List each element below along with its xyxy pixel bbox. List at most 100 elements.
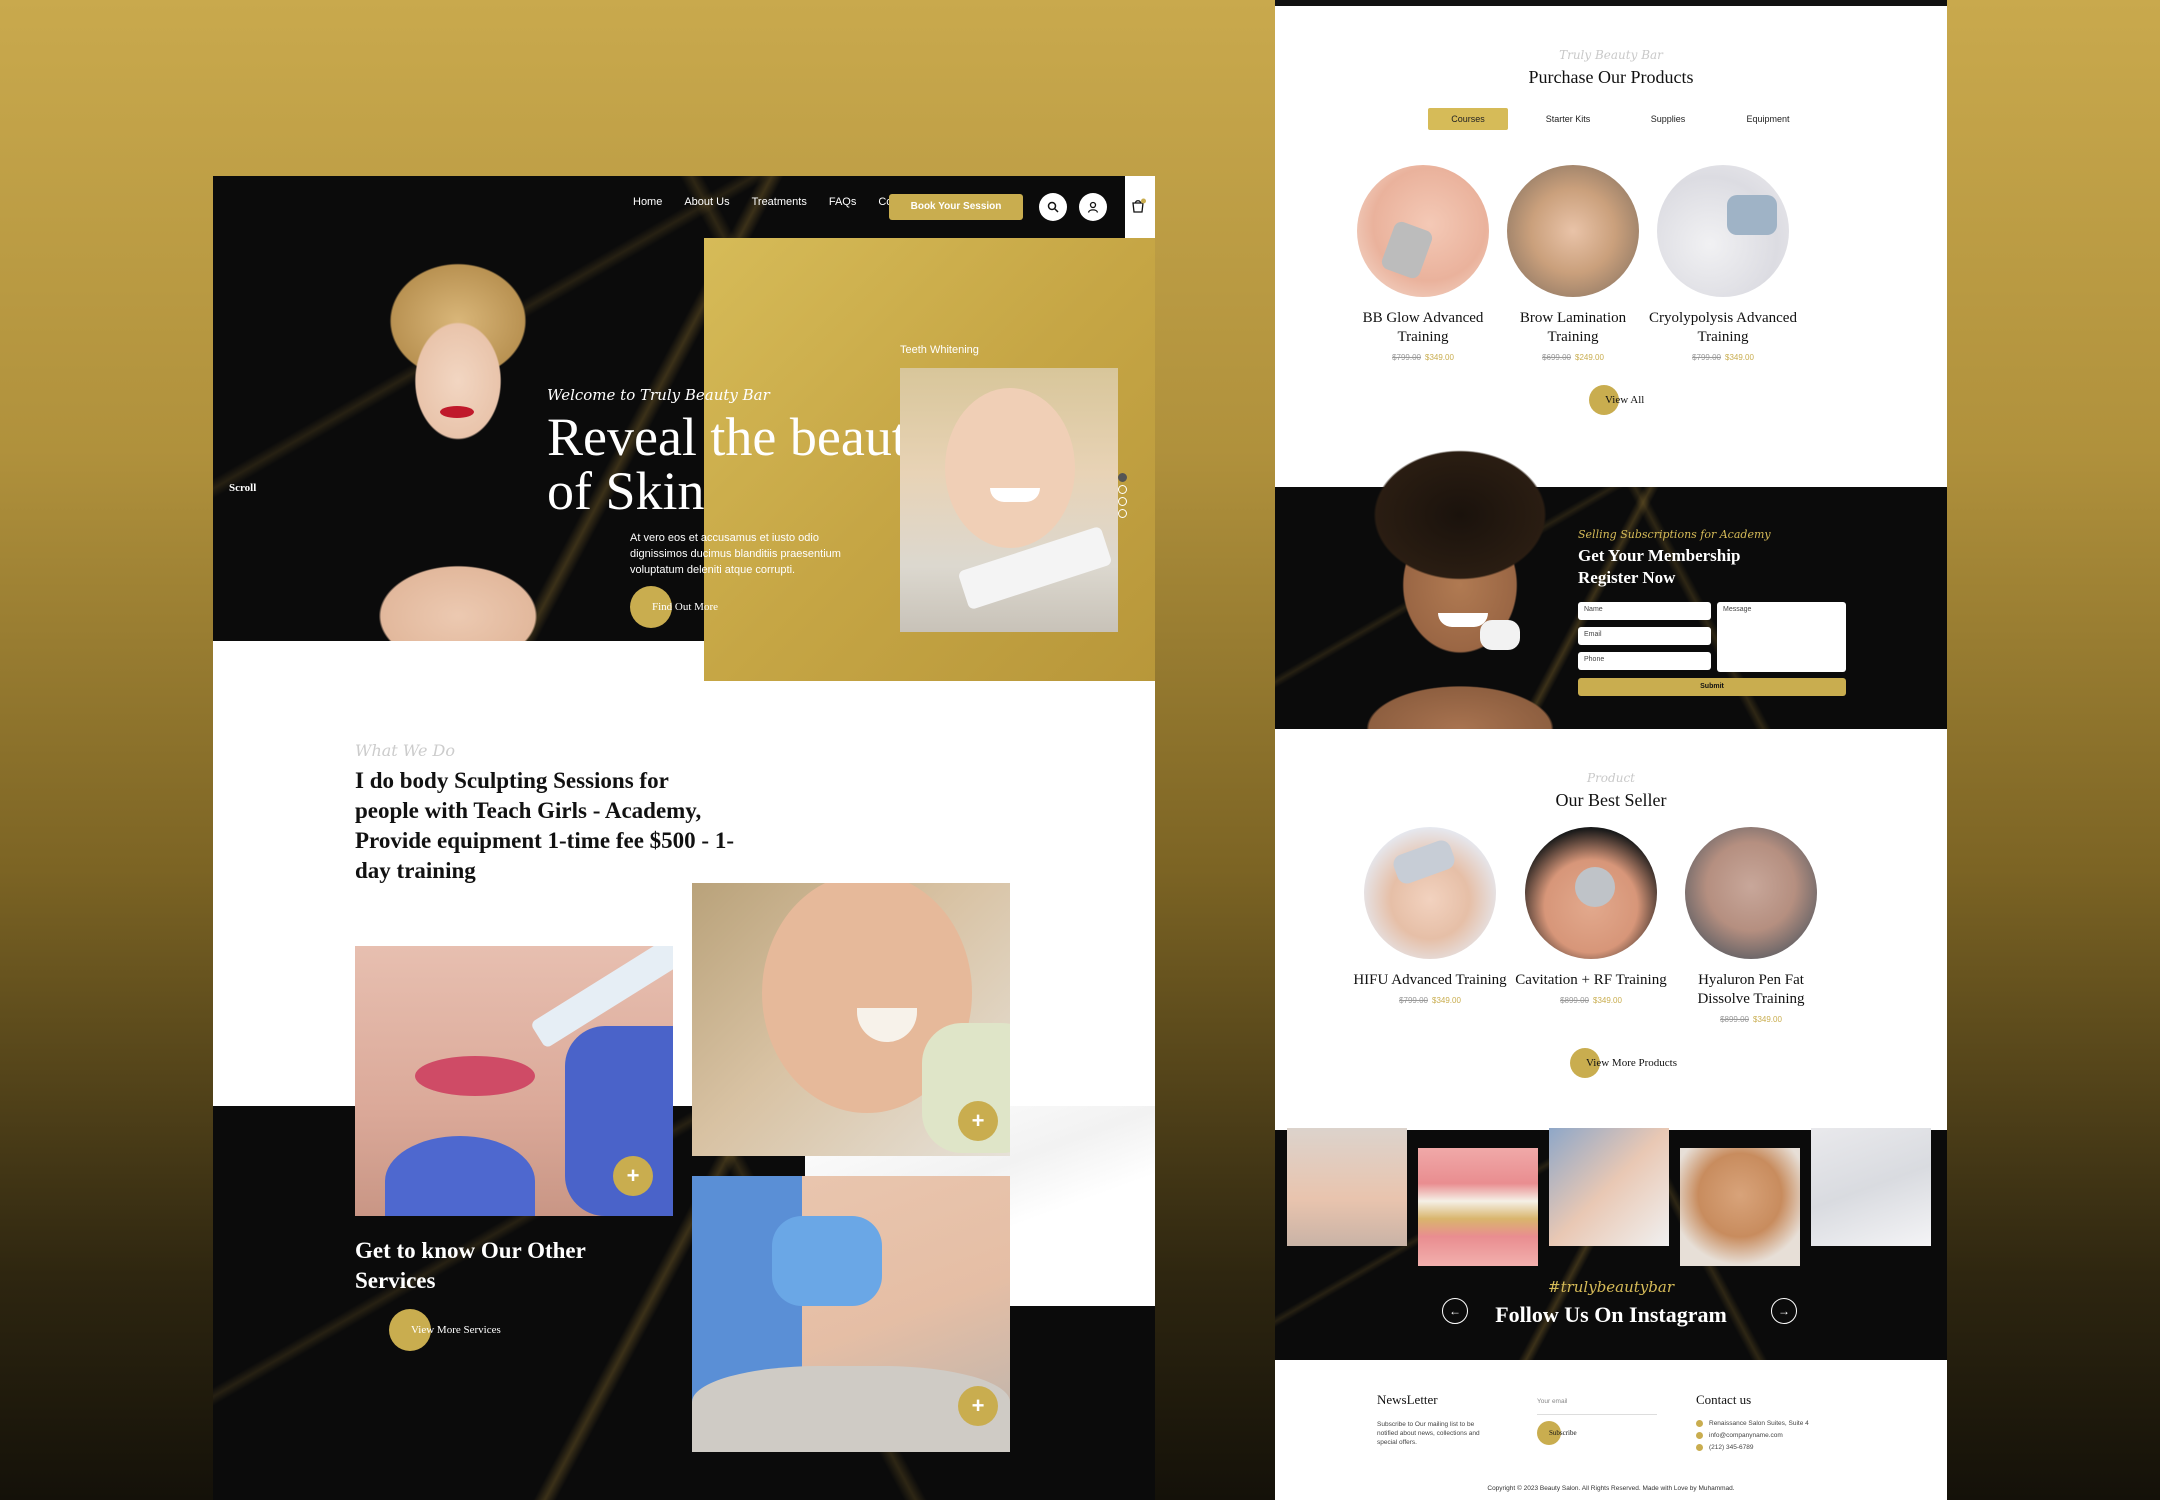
product-card[interactable]: Cryolypolysis Advanced Training $799.00 $… [1643, 165, 1803, 362]
service-plus-button[interactable]: + [613, 1156, 653, 1196]
product-price: $799.00 $349.00 [1343, 353, 1503, 362]
old-price: $799.00 [1399, 996, 1428, 1005]
mail-icon [1696, 1432, 1703, 1439]
product-image-hyaluron-pen [1685, 827, 1817, 959]
instagram-hashtag: #trulybeautybar [1548, 1278, 1674, 1296]
old-price: $899.00 [1720, 1015, 1749, 1024]
address-text: Renaissance Salon Suites, Suite 4 [1709, 1420, 1809, 1427]
instagram-photo[interactable] [1287, 1128, 1407, 1246]
contact-phone[interactable]: (212) 345-6789 [1696, 1444, 1753, 1451]
product-price: $899.00 $349.00 [1671, 1015, 1831, 1024]
new-price: $349.00 [1593, 996, 1622, 1005]
copyright-text: Copyright © 2023 Beauty Salon. All Right… [1487, 1485, 1735, 1492]
product-card[interactable]: Hyaluron Pen Fat Dissolve Training $899.… [1671, 827, 1831, 1024]
product-card[interactable]: Brow Lamination Training $699.00 $249.00 [1493, 165, 1653, 362]
product-name: Cavitation + RF Training [1515, 972, 1667, 988]
new-price: $349.00 [1432, 996, 1461, 1005]
instagram-photo[interactable] [1811, 1128, 1931, 1246]
nav-item-faqs[interactable]: FAQs [829, 196, 857, 208]
product-image-bb-glow [1357, 165, 1489, 297]
contact-email[interactable]: info@companyname.com [1696, 1432, 1783, 1439]
tab-courses[interactable]: Courses [1428, 108, 1508, 130]
product-name: Brow Lamination Training [1519, 310, 1627, 345]
cart-icon[interactable] [1125, 176, 1155, 238]
slider-dot[interactable] [1118, 497, 1127, 506]
newsletter-title: NewsLetter [1377, 1392, 1438, 1407]
product-name: Hyaluron Pen Fat Dissolve Training [1697, 972, 1805, 1007]
what-we-do-script: What We Do [355, 741, 455, 760]
search-icon[interactable] [1039, 193, 1067, 221]
product-name: BB Glow Advanced Training [1362, 310, 1484, 345]
tab-starter-kits[interactable]: Starter Kits [1528, 108, 1608, 130]
view-all-label: View All [1605, 394, 1645, 406]
submit-button[interactable]: Submit [1578, 678, 1846, 696]
slider-dot[interactable] [1118, 509, 1127, 518]
message-field[interactable]: Message [1717, 602, 1846, 672]
email-text: info@companyname.com [1709, 1432, 1783, 1439]
old-price: $799.00 [1392, 353, 1421, 362]
arrow-left-icon[interactable]: ← [1442, 1298, 1468, 1324]
find-out-more-label: Find Out More [652, 601, 718, 613]
footer [1275, 1360, 1947, 1500]
new-price: $349.00 [1425, 353, 1454, 362]
email-field[interactable]: Email [1578, 627, 1711, 645]
service-plus-button[interactable]: + [958, 1386, 998, 1426]
phone-field[interactable]: Phone [1578, 652, 1711, 670]
product-price: $899.00 $349.00 [1511, 996, 1671, 1005]
instagram-photo[interactable] [1418, 1148, 1538, 1266]
find-out-more-button[interactable]: Find Out More [630, 586, 718, 628]
instagram-photo[interactable] [1549, 1128, 1669, 1246]
old-price: $699.00 [1542, 353, 1571, 362]
top-bar [1275, 0, 1947, 6]
product-tabs: Courses Starter Kits Supplies Equipment [1428, 108, 1808, 130]
newsletter-text: Subscribe to Our mailing list to be noti… [1377, 1421, 1480, 1446]
other-services-title: Get to know Our Other Services [355, 1238, 586, 1293]
view-all-button[interactable]: View All [1589, 385, 1644, 415]
product-card[interactable]: BB Glow Advanced Training $799.00 $349.00 [1343, 165, 1503, 362]
subscribe-button[interactable]: Subscribe [1537, 1421, 1577, 1445]
product-price: $799.00 $349.00 [1643, 353, 1803, 362]
name-field[interactable]: Name [1578, 602, 1711, 620]
instagram-photo[interactable] [1680, 1148, 1800, 1266]
new-price: $249.00 [1575, 353, 1604, 362]
best-seller-title: Our Best Seller [1555, 790, 1667, 810]
old-price: $799.00 [1692, 353, 1721, 362]
view-more-products-button[interactable]: View More Products [1570, 1048, 1677, 1078]
product-card[interactable]: HIFU Advanced Training $799.00 $349.00 [1350, 827, 1510, 1005]
location-icon [1696, 1420, 1703, 1427]
hero-script-tagline: Welcome to Truly Beauty Bar [547, 386, 770, 404]
product-name: Cryolypolysis Advanced Training [1649, 310, 1797, 345]
tab-equipment[interactable]: Equipment [1728, 108, 1808, 130]
product-price: $699.00 $249.00 [1493, 353, 1653, 362]
tab-supplies[interactable]: Supplies [1628, 108, 1708, 130]
nav-item-home[interactable]: Home [633, 196, 662, 208]
products-title: Purchase Our Products [1528, 67, 1694, 87]
nav-item-treatments[interactable]: Treatments [752, 196, 807, 208]
what-we-do-title: I do body Sculpting Sessions for people … [355, 768, 734, 883]
membership-title: Get Your Membership Register Now [1578, 546, 1741, 587]
hero-description: At vero eos et accusamus et iusto odio d… [630, 532, 841, 576]
shop-page-mockup: Truly Beauty Bar Purchase Our Products C… [1275, 0, 1947, 1500]
membership-script: Selling Subscriptions for Academy [1578, 528, 1771, 541]
main-nav: Home About Us Treatments FAQs Contact [633, 196, 916, 208]
new-price: $349.00 [1753, 1015, 1782, 1024]
teeth-whitening-image [900, 368, 1118, 632]
phone-text: (212) 345-6789 [1709, 1444, 1754, 1451]
product-image-hifu [1364, 827, 1496, 959]
scroll-indicator[interactable]: Scroll [229, 482, 256, 494]
products-script: Truly Beauty Bar [1559, 48, 1663, 62]
view-more-services-button[interactable]: View More Services [389, 1309, 501, 1351]
product-card[interactable]: Cavitation + RF Training $899.00 $349.00 [1511, 827, 1671, 1005]
product-image-cavitation [1525, 827, 1657, 959]
product-name: HIFU Advanced Training [1353, 972, 1507, 988]
nav-item-about[interactable]: About Us [684, 196, 729, 208]
slider-dot[interactable] [1118, 473, 1127, 482]
user-icon[interactable] [1079, 193, 1107, 221]
homepage-mockup: Scroll Welcome to Truly Beauty Bar Revea… [213, 176, 1155, 1500]
service-plus-button[interactable]: + [958, 1101, 998, 1141]
slider-dot[interactable] [1118, 485, 1127, 494]
membership-model-image [1330, 445, 1590, 729]
book-session-button[interactable]: Book Your Session [889, 194, 1023, 220]
arrow-right-icon[interactable]: → [1771, 1298, 1797, 1324]
newsletter-email-input[interactable]: Your email [1537, 1397, 1657, 1415]
